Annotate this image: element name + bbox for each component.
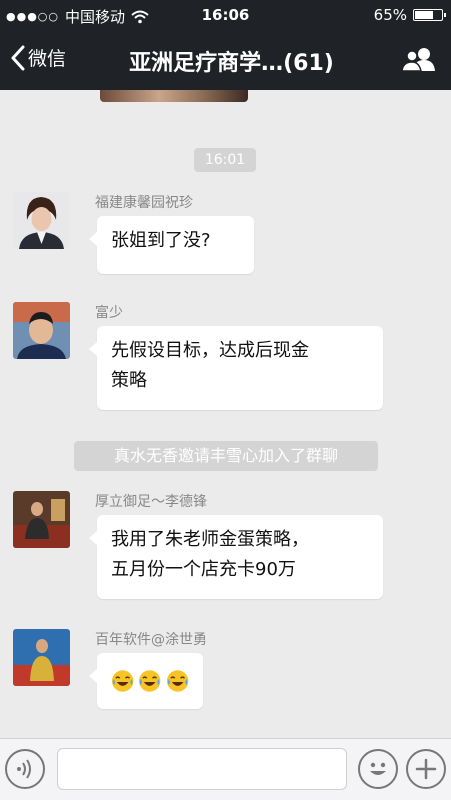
sender-name: 百年软件@涂世勇: [95, 632, 207, 648]
message-bubble[interactable]: 张姐到了没?: [89, 216, 254, 274]
chat-messages[interactable]: 16:01 福建康馨园祝珍 张姐到了没? 富少 先假设目标，达成后现金 策略 真…: [0, 90, 451, 738]
message-input[interactable]: [57, 748, 347, 790]
message-bubble[interactable]: [89, 653, 203, 709]
plus-icon: [415, 758, 437, 780]
voice-button[interactable]: [5, 749, 45, 789]
emoji-button[interactable]: [358, 749, 398, 789]
laughing-crying-face-icon: [111, 670, 134, 692]
back-label: 微信: [28, 48, 67, 70]
message-input-field[interactable]: [58, 749, 346, 789]
sender-name: 厚立御足～李德锋: [95, 494, 207, 510]
avatar[interactable]: [13, 491, 70, 548]
voice-icon: [17, 759, 31, 779]
message-text-line: 先假设目标，达成后现金: [111, 340, 309, 361]
back-button[interactable]: 微信: [10, 44, 66, 71]
message-text-line: 策略: [111, 370, 147, 391]
chat-title: 亚洲足疗商学…(61): [129, 51, 334, 76]
previous-image-message[interactable]: [100, 90, 248, 102]
avatar[interactable]: [13, 192, 70, 249]
chevron-left-icon: [11, 45, 25, 70]
laughing-crying-face-icon: [166, 670, 189, 692]
message-text-line: 我用了朱老师金蛋策略，: [111, 529, 309, 550]
group-members-button[interactable]: [401, 46, 437, 76]
smiley-face-icon: [370, 762, 386, 775]
message-text-line: 五月份一个店充卡90万: [111, 559, 296, 580]
avatar[interactable]: [13, 629, 70, 686]
time-divider: 16:01: [194, 148, 256, 172]
sender-name: 富少: [95, 305, 123, 321]
avatar[interactable]: [13, 302, 70, 359]
status-bar: ●●●○○ 中国移动 16:06 65%: [0, 0, 451, 30]
battery-icon: [413, 9, 446, 21]
more-options-button[interactable]: [406, 749, 446, 789]
input-bar: [0, 738, 451, 800]
battery-percentage: 65%: [373, 6, 407, 24]
sender-name: 福建康馨园祝珍: [95, 195, 193, 211]
message-text: 张姐到了没?: [111, 230, 211, 251]
system-notice: 真水无香邀请丰雪心加入了群聊: [74, 441, 378, 471]
message-bubble[interactable]: 我用了朱老师金蛋策略， 五月份一个店充卡90万: [89, 515, 383, 599]
laughing-crying-face-icon: [139, 670, 161, 692]
chat-header: 微信 亚洲足疗商学…(61): [0, 30, 451, 90]
group-members-icon: [401, 48, 435, 72]
message-bubble[interactable]: 先假设目标，达成后现金 策略: [89, 326, 383, 410]
